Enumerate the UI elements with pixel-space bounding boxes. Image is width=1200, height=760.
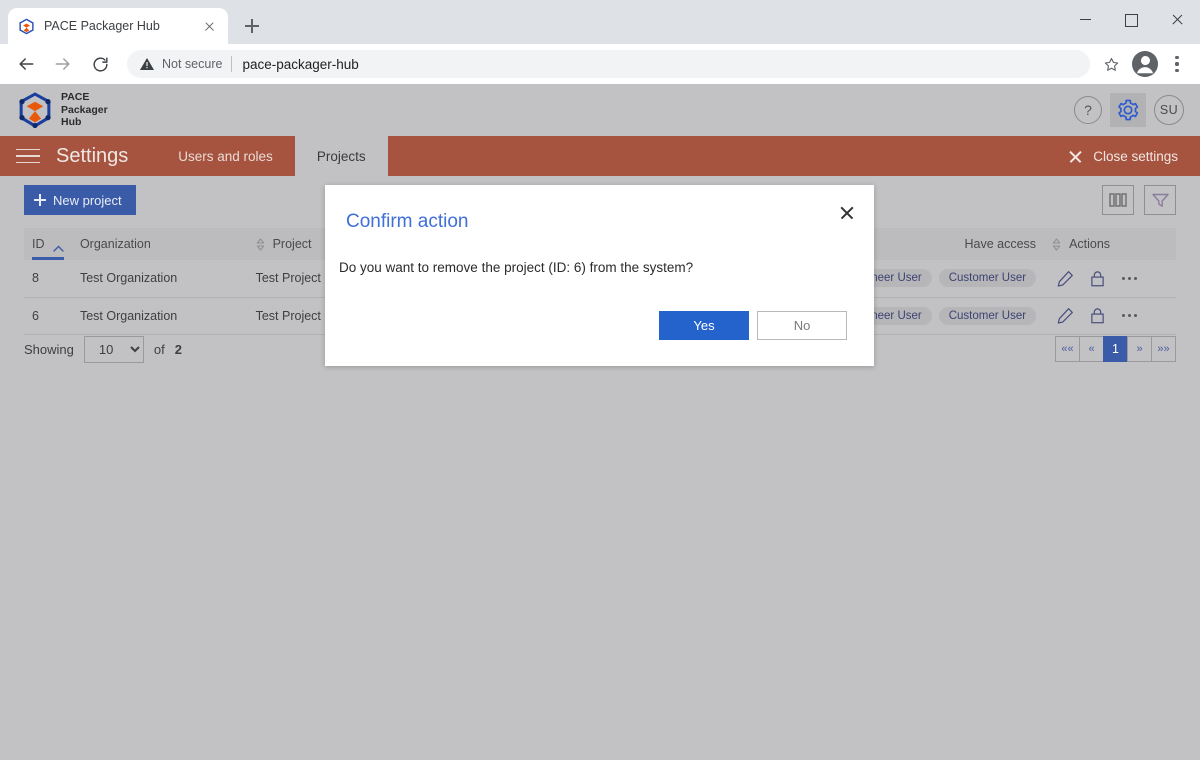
pager-page-1[interactable]: 1 (1103, 336, 1128, 362)
column-label-project: Project (272, 237, 312, 251)
edit-pencil-icon[interactable] (1056, 269, 1074, 287)
minimize-icon[interactable] (1062, 0, 1108, 32)
divider (231, 56, 233, 72)
security-label: Not secure (162, 57, 223, 71)
address-bar[interactable]: Not secure pace-packager-hub (127, 50, 1090, 78)
total-count: 2 (174, 342, 182, 357)
cell-actions (1044, 297, 1176, 335)
brand-line-1: PACE (61, 91, 90, 104)
column-label-actions: Actions (1069, 237, 1111, 251)
screen: PACE Packager Hub Not secure pace-packag… (0, 0, 1200, 760)
sort-neutral-icon (256, 237, 265, 251)
filter-funnel-icon[interactable] (1144, 185, 1176, 215)
pager-last[interactable]: »» (1151, 336, 1176, 362)
column-label-id: ID (32, 237, 45, 251)
dialog-title: Confirm action (346, 211, 469, 232)
column-header-actions[interactable]: Actions (1044, 228, 1176, 260)
lock-icon[interactable] (1088, 269, 1106, 287)
sort-neutral-icon (1052, 237, 1061, 251)
column-label-organization: Organization (79, 237, 151, 251)
new-tab-button[interactable] (238, 12, 266, 40)
browser-toolbar: Not secure pace-packager-hub (0, 44, 1200, 84)
of-label: of (153, 342, 165, 357)
browser-tab-title: PACE Packager Hub (44, 19, 160, 33)
more-options-icon[interactable] (1120, 307, 1138, 325)
pace-cube-icon (18, 18, 35, 35)
edit-pencil-icon[interactable] (1056, 307, 1074, 325)
confirm-no-button[interactable]: No (757, 311, 847, 340)
window-controls (1062, 0, 1200, 44)
close-settings-button[interactable]: Close settings (1068, 136, 1200, 176)
close-icon[interactable] (838, 204, 856, 222)
account-circle-icon[interactable] (1132, 51, 1158, 77)
back-arrow-icon[interactable] (10, 48, 42, 80)
dialog-message: Do you want to remove the project (ID: 6… (339, 260, 694, 275)
close-icon (1068, 149, 1083, 164)
star-icon[interactable] (1096, 49, 1126, 79)
role-badge: Customer User (938, 269, 1037, 288)
page-size-select[interactable]: 10 25 50 100 (83, 336, 144, 363)
tab-users-and-roles[interactable]: Users and roles (156, 136, 295, 176)
pager-first[interactable]: «« (1055, 336, 1080, 362)
more-options-icon[interactable] (1120, 269, 1138, 287)
browser-titlebar: PACE Packager Hub (0, 0, 1200, 44)
app-header: PACE Packager Hub ? SU (0, 84, 1200, 136)
help-icon[interactable]: ? (1074, 96, 1102, 124)
column-label-have-access: Have access (964, 237, 1037, 251)
avatar[interactable]: SU (1154, 95, 1184, 125)
cell-id: 6 (24, 297, 72, 335)
lock-icon[interactable] (1088, 307, 1106, 325)
kebab-menu-icon[interactable] (1164, 49, 1190, 79)
close-icon[interactable] (201, 18, 218, 35)
pager-next[interactable]: » (1127, 336, 1152, 362)
web-page: PACE Packager Hub ? SU Settings Users an… (0, 84, 1200, 760)
browser-tabstrip: PACE Packager Hub (8, 6, 266, 44)
role-badge: Customer User (938, 306, 1037, 325)
cell-actions (1044, 260, 1176, 298)
forward-arrow-icon[interactable] (47, 48, 79, 80)
new-project-button[interactable]: New project (24, 185, 136, 215)
close-icon[interactable] (1154, 0, 1200, 32)
showing-label: Showing (24, 342, 74, 357)
sort-asc-icon (52, 241, 64, 252)
browser-tab[interactable]: PACE Packager Hub (8, 8, 228, 44)
warning-triangle-icon (139, 56, 155, 72)
url-text: pace-packager-hub (242, 56, 359, 72)
settings-bar: Settings Users and roles Projects Close … (0, 136, 1200, 176)
columns-icon[interactable] (1102, 185, 1134, 215)
help-label: ? (1084, 102, 1092, 118)
brand-text: PACE Packager Hub (61, 91, 108, 128)
hamburger-menu-icon[interactable] (0, 136, 56, 176)
maximize-icon[interactable] (1108, 0, 1154, 32)
confirm-yes-button[interactable]: Yes (659, 311, 749, 340)
brand-line-2: Packager (61, 103, 108, 116)
cell-id: 8 (24, 260, 72, 298)
gear-icon[interactable] (1110, 93, 1146, 127)
avatar-initials: SU (1159, 103, 1179, 117)
pager-prev[interactable]: « (1079, 336, 1104, 362)
pace-cube-logo (18, 92, 52, 129)
column-header-organization[interactable]: Organization (71, 228, 248, 260)
dialog-actions: Yes No (659, 311, 847, 340)
close-settings-label: Close settings (1093, 148, 1178, 164)
confirm-action-dialog: Confirm action Do you want to remove the… (325, 185, 874, 366)
reload-icon[interactable] (84, 48, 116, 80)
plus-icon (34, 194, 46, 206)
cell-organization: Test Organization (71, 297, 248, 335)
brand-line-3: Hub (61, 116, 82, 129)
column-header-id[interactable]: ID (24, 228, 72, 260)
tab-projects[interactable]: Projects (294, 136, 388, 176)
page-title: Settings (56, 144, 129, 167)
header-actions: ? SU (1074, 93, 1200, 127)
cell-organization: Test Organization (71, 260, 248, 298)
pagination: «« « 1 » »» (1055, 336, 1176, 362)
brand[interactable]: PACE Packager Hub (0, 91, 108, 128)
table-tools (1102, 185, 1176, 215)
new-project-label: New project (53, 192, 122, 208)
